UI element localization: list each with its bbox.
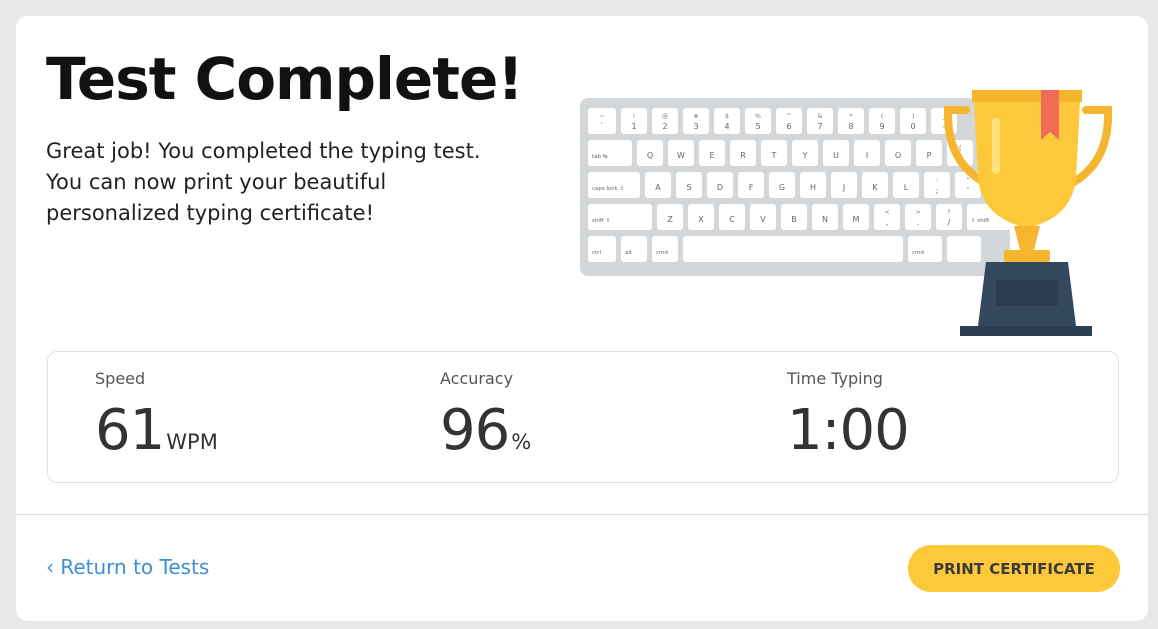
key-label: F (749, 183, 754, 192)
keyboard-key (947, 236, 981, 262)
key-label: 2 (662, 122, 667, 131)
key-label: 8 (848, 122, 853, 131)
key-label: 6 (786, 122, 791, 131)
key-label: 9 (879, 122, 884, 131)
stats-panel: Speed 61WPM Accuracy 96% Time Typing 1:0… (47, 351, 1119, 483)
key-top-label: ? (947, 209, 950, 216)
keyboard-key (588, 172, 640, 198)
key-label: 7 (817, 122, 822, 131)
accuracy-label: Accuracy (440, 369, 514, 388)
footer-divider (16, 514, 1148, 515)
accuracy-value: 96% (440, 400, 531, 473)
keyboard-key (588, 140, 632, 166)
key-label: J (842, 183, 845, 192)
key-label: D (717, 183, 723, 192)
key-label: cmd (912, 250, 924, 256)
key-top-label: ) (912, 113, 914, 120)
speed-value: 61WPM (95, 400, 218, 473)
key-label: W (677, 151, 685, 160)
key-label: ⇧ shift (971, 217, 990, 224)
key-top-label: < (884, 209, 889, 216)
key-label: O (895, 151, 901, 160)
key-label: L (904, 183, 909, 192)
page-title: Test Complete! (46, 45, 524, 113)
key-label: 0 (910, 122, 915, 131)
key-top-label: " (967, 177, 970, 184)
accuracy-unit: % (511, 430, 532, 454)
speed-number: 61 (95, 398, 165, 463)
key-top-label: ( (881, 113, 883, 120)
accuracy-stat: Accuracy 96% (440, 368, 531, 473)
key-label: V (760, 215, 766, 224)
key-label: G (779, 183, 785, 192)
key-label: Z (667, 215, 673, 224)
completion-message: Great job! You completed the typing test… (46, 139, 481, 225)
key-top-label: $ (725, 113, 729, 120)
key-label: T (771, 151, 777, 160)
key-top-label: @ (662, 113, 668, 120)
key-label: K (872, 183, 878, 192)
key-label: Q (647, 151, 653, 160)
keyboard-graphic: ~`!1@2#3$4%5^6&7*8(9)0_-tab ↹ Q W E R T Y U I O P{… (580, 98, 1031, 276)
speed-label: Speed (95, 369, 146, 388)
key-label: 5 (755, 122, 760, 131)
key-label: Y (802, 151, 808, 160)
key-label: , (886, 218, 889, 227)
key-top-label: & (818, 113, 823, 120)
key-label: 4 (724, 122, 729, 131)
key-label: 3 (693, 122, 698, 131)
key-label: B (791, 215, 797, 224)
key-top-label: ^ (786, 113, 791, 120)
key-label: X (698, 215, 704, 224)
key-label: C (729, 215, 735, 224)
trophy-keyboard-illustration: ~ `! 1 @2 #3 $4% 5 ^ 6 & 7 * 8(9) 0 _ - tab ↹ Q W E R T Y U I O P{… (576, 68, 1136, 352)
key-label: cmd (656, 250, 668, 256)
key-top-label: * (850, 113, 853, 120)
time-stat: Time Typing 1:00 (787, 368, 910, 463)
key-label: ; (936, 186, 939, 195)
key-top-label: > (915, 209, 920, 216)
speed-stat: Speed 61WPM (95, 368, 218, 473)
keyboard-key (683, 236, 903, 262)
key-label: . (917, 218, 920, 227)
key-label: U (833, 151, 839, 160)
key-top-label: % (755, 113, 761, 120)
key-label: N (822, 215, 828, 224)
return-to-tests-link[interactable]: ‹ Return to Tests (46, 553, 209, 581)
key-label: / (948, 218, 951, 227)
keyboard-key (652, 236, 678, 262)
key-label: P (927, 151, 932, 160)
speed-unit: WPM (166, 430, 218, 454)
key-label: S (686, 183, 691, 192)
key-label: A (655, 183, 661, 192)
key-top-label: # (693, 113, 698, 120)
key-label: ctrl (592, 250, 601, 256)
key-label: shift ⇧ (592, 217, 610, 224)
keyboard-key (908, 236, 942, 262)
time-label: Time Typing (787, 369, 883, 388)
key-label: 1 (631, 122, 636, 131)
key-label: M (853, 215, 860, 224)
keyboard-key (588, 236, 616, 262)
key-top-label: ! (633, 113, 635, 120)
keyboard-key (621, 236, 647, 262)
key-label: alt (625, 250, 633, 256)
key-label: H (810, 183, 816, 192)
key-top-label: ~ (599, 113, 604, 120)
keyboard-key (588, 204, 652, 230)
key-label: R (740, 151, 746, 160)
illustration-svg: ~`!1@2#3$4%5^6&7*8(9)0_-tab ↹ Q W E R T Y U I O P{… (580, 90, 1113, 336)
key-label: E (709, 151, 714, 160)
key-label: ' (967, 186, 969, 195)
key-label: I (866, 151, 868, 160)
key-label: caps lock ⇪ (592, 185, 624, 192)
time-value: 1:00 (787, 398, 910, 463)
key-label: tab ↹ (592, 154, 608, 160)
key-label: ` (600, 121, 604, 131)
result-card: Test Complete! Great job! You completed … (16, 16, 1148, 621)
print-certificate-button[interactable]: PRINT CERTIFICATE (908, 545, 1120, 592)
key-top-label: : (936, 177, 938, 184)
accuracy-number: 96 (440, 398, 510, 463)
